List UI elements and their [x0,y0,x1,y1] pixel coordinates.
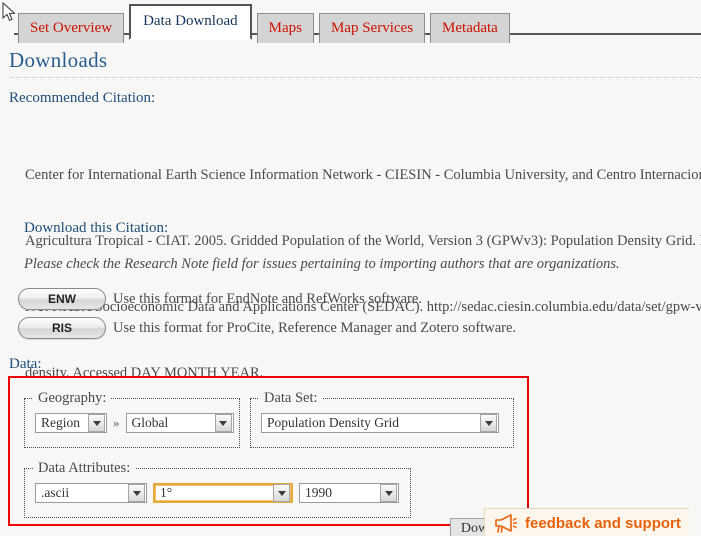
year-value: 1990 [305,485,332,500]
citation-format-row-enw: ENW Use this format for EndNote and RefW… [18,288,422,310]
citation-format-row-ris: RIS Use this format for ProCite, Referen… [18,317,516,339]
chevron-down-icon[interactable] [88,414,105,432]
recommended-citation-heading: Recommended Citation: [9,90,156,106]
geography-legend: Geography: [38,390,107,406]
tab-map-services[interactable]: Map Services [318,13,426,43]
chevron-down-icon[interactable] [128,484,145,502]
main-content: Downloads Recommended Citation: Center f… [0,36,701,536]
geography-fieldset: Geography: Region » Global [24,390,240,448]
chevron-down-icon[interactable] [480,414,497,432]
tab-list: Set Overview Data Download Maps Map Serv… [18,4,510,43]
file-format-select[interactable]: .ascii [35,483,147,503]
dataset-select[interactable]: Population Density Grid [261,413,499,433]
resolution-value: 1° [160,485,173,500]
data-attributes-fieldset: Data Attributes: .ascii 1° 1990 [24,460,411,518]
geography-controls: Region » Global [25,407,239,433]
tab-bar: Set Overview Data Download Maps Map Serv… [0,0,701,43]
dataset-controls: Population Density Grid [251,407,513,433]
chevron-down-icon[interactable] [380,484,397,502]
tab-data-download[interactable]: Data Download [129,4,252,40]
dataset-fieldset: Data Set: Population Density Grid [250,390,514,448]
dataset-value: Population Density Grid [267,415,399,430]
geography-area-value: Global [131,415,169,430]
page-root: Set Overview Data Download Maps Map Serv… [0,0,701,536]
data-attributes-legend: Data Attributes: [38,460,131,476]
geography-level-select[interactable]: Region [35,413,107,433]
feedback-and-support-widget[interactable]: feedback and support [484,508,689,536]
data-attributes-controls: .ascii 1° 1990 [25,477,410,503]
research-note-text: Please check the Research Note field for… [24,256,620,272]
geography-separator: » [113,415,120,430]
data-selection-panel: Geography: Region » Global Data Set: Pop… [8,376,530,536]
data-section-heading: Data: [9,356,42,372]
tab-maps[interactable]: Maps [256,13,314,43]
feedback-label: feedback and support [525,514,681,532]
resolution-select[interactable]: 1° [153,483,293,503]
ris-description: Use this format for ProCite, Reference M… [113,319,517,336]
geography-area-select[interactable]: Global [125,413,234,433]
chevron-down-icon[interactable] [273,484,290,502]
dataset-legend: Data Set: [264,390,318,406]
tab-metadata[interactable]: Metadata [430,13,510,43]
citation-line: Center for International Earth Science I… [25,167,701,183]
enw-description: Use this format for EndNote and RefWorks… [113,290,422,307]
download-citation-heading: Download this Citation: [24,220,169,236]
tab-set-overview[interactable]: Set Overview [18,13,125,43]
geography-level-value: Region [41,415,80,430]
year-select[interactable]: 1990 [299,483,399,503]
enw-download-button[interactable]: ENW [18,288,106,310]
file-format-value: .ascii [41,485,70,500]
ris-download-button[interactable]: RIS [18,317,106,339]
page-title: Downloads [9,48,108,72]
chevron-down-icon[interactable] [214,414,232,432]
title-divider [9,77,701,78]
megaphone-icon [495,514,518,533]
